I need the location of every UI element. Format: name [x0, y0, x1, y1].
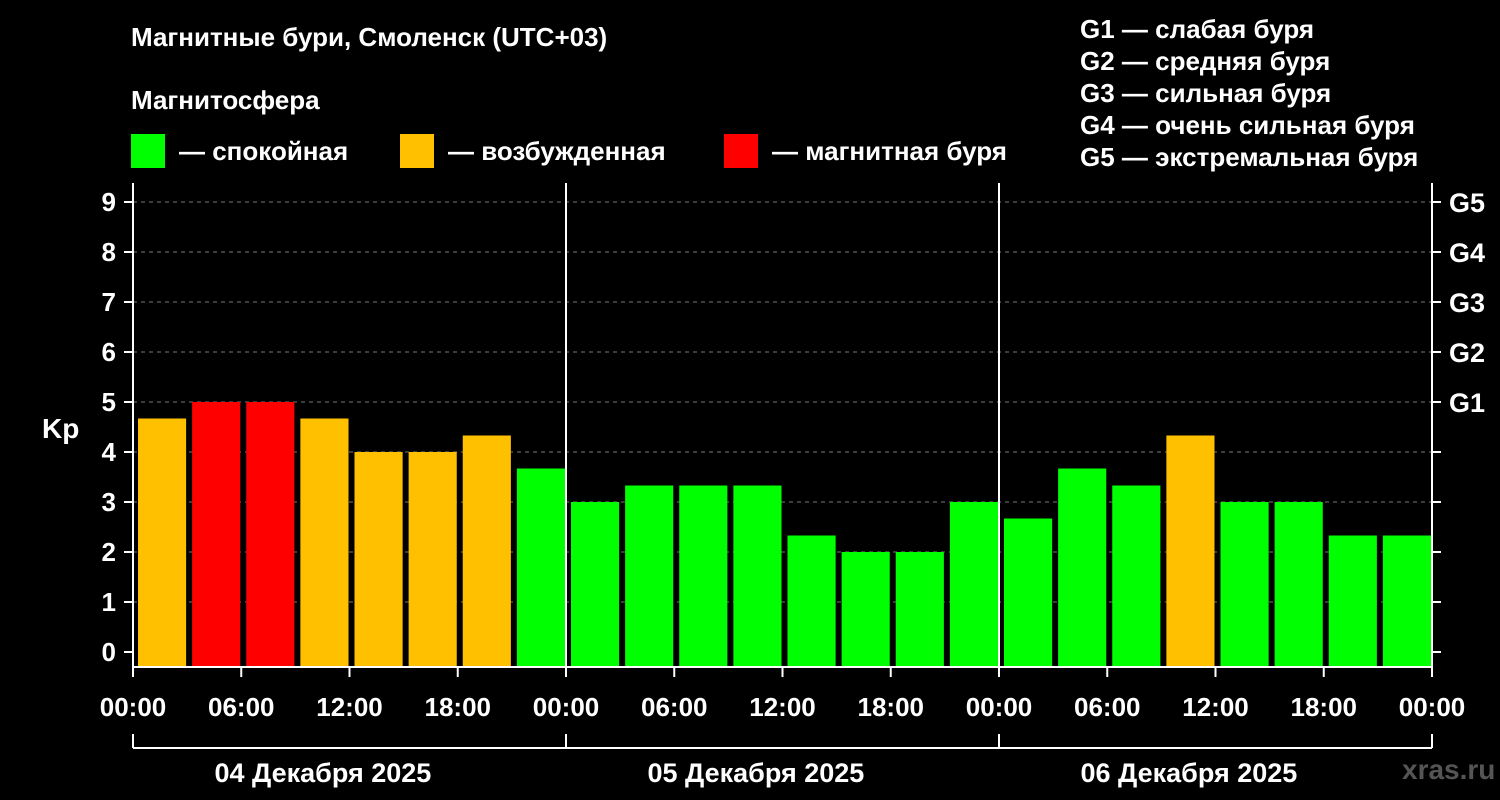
y-tick-label: 2 [102, 537, 116, 567]
x-tick-label: 06:00 [208, 692, 275, 722]
x-tick-label: 18:00 [858, 692, 925, 722]
kp-chart: 0 1 2 3 4 5 6 7 8 9 G1 G2 G3 G4 G5 Kp 00:00 06:00 12:00 18:… [42, 183, 1485, 788]
kp-bar [1220, 502, 1269, 667]
kp-bar [1274, 502, 1323, 667]
g-level-tick-label: G1 [1449, 388, 1485, 418]
kp-bar [1112, 485, 1161, 667]
y-tick-label: 3 [102, 487, 116, 517]
kp-bar [1382, 535, 1431, 667]
g-level-tick-label: G2 [1449, 338, 1485, 368]
x-tick-label: 00:00 [966, 692, 1033, 722]
kp-bar [192, 402, 241, 667]
kp-bar [354, 452, 403, 667]
y-tick-label: 9 [102, 187, 116, 217]
kp-bar [138, 418, 187, 667]
kp-bar [625, 485, 674, 667]
day-label: 06 Декабря 2025 [1081, 758, 1298, 788]
kp-bar [895, 552, 944, 667]
x-tick-label: 12:00 [1182, 692, 1249, 722]
kp-bar [246, 402, 295, 667]
watermark: xras.ru [1402, 754, 1496, 785]
x-tick-label: 12:00 [316, 692, 383, 722]
kp-bar [1058, 468, 1107, 667]
g-level-tick-label: G5 [1449, 188, 1485, 218]
day-label: 05 Декабря 2025 [648, 758, 865, 788]
x-tick-label: 18:00 [1291, 692, 1358, 722]
x-tick-label: 00:00 [533, 692, 600, 722]
x-tick-label: 18:00 [425, 692, 492, 722]
kp-bar [1328, 535, 1377, 667]
kp-bar [1166, 435, 1215, 667]
y-tick-label: 1 [102, 587, 116, 617]
kp-bar [516, 468, 565, 667]
kp-bar [949, 502, 998, 667]
y-tick-label: 6 [102, 337, 116, 367]
x-tick-label: 06:00 [641, 692, 708, 722]
kp-bar [787, 535, 836, 667]
y-tick-label: 7 [102, 287, 116, 317]
x-tick-label: 00:00 [100, 692, 167, 722]
kp-bar [733, 485, 782, 667]
g-level-tick-label: G3 [1449, 288, 1485, 318]
kp-bar [408, 452, 457, 667]
y-tick-label: 0 [102, 637, 116, 667]
kp-bar [679, 485, 728, 667]
kp-bar [462, 435, 511, 667]
day-label: 04 Декабря 2025 [215, 758, 432, 788]
y-tick-label: 8 [102, 237, 116, 267]
y-tick-label: 5 [102, 387, 116, 417]
kp-bar [571, 502, 620, 667]
x-tick-label: 12:00 [749, 692, 816, 722]
kp-bar [300, 418, 349, 667]
g-level-tick-label: G4 [1449, 238, 1485, 268]
x-tick-label: 06:00 [1074, 692, 1141, 722]
y-tick-label: 4 [102, 437, 117, 467]
y-axis-label: Kp [42, 413, 79, 444]
kp-bar [841, 552, 890, 667]
x-tick-label: 00:00 [1399, 692, 1466, 722]
kp-bar [1004, 518, 1053, 667]
